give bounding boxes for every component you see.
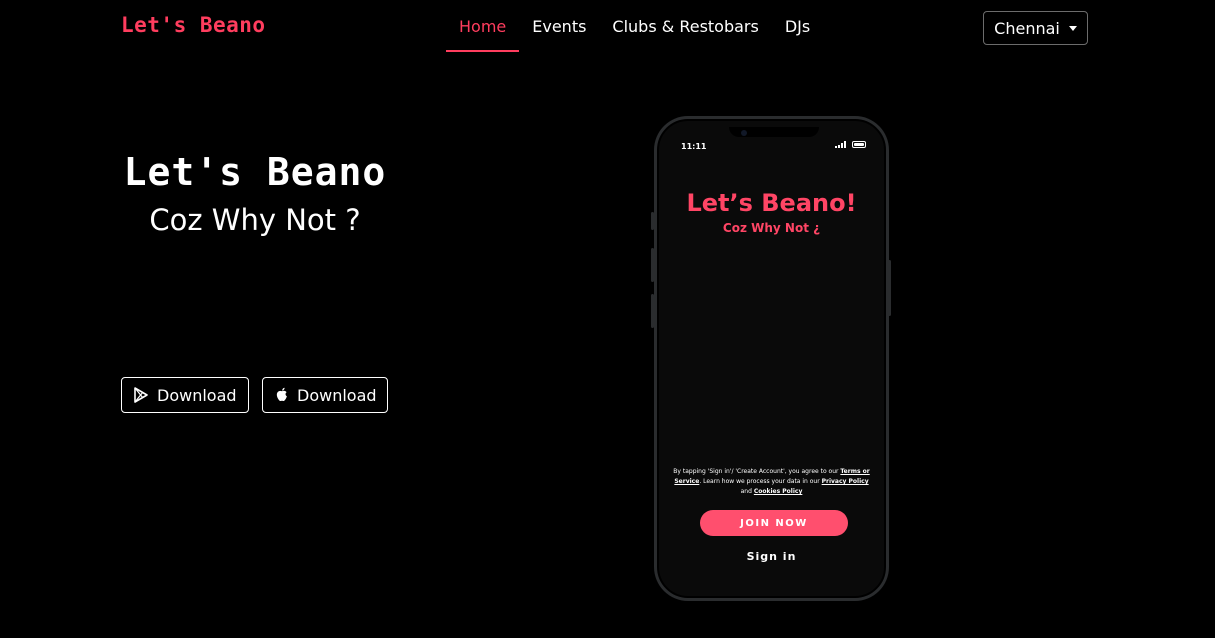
terms-text-part: By tapping 'Sign in'/ 'Create Account', … — [673, 468, 841, 475]
page: Let's Beano Home Events Clubs & Restobar… — [0, 0, 1215, 638]
city-dropdown[interactable]: Chennai — [983, 11, 1088, 45]
join-now-button[interactable]: JOIN NOW — [700, 510, 848, 536]
sign-in-link[interactable]: Sign in — [659, 550, 884, 563]
hero-title: Let's Beano — [123, 150, 387, 194]
terms-text: By tapping 'Sign in'/ 'Create Account', … — [671, 467, 872, 497]
caret-down-icon — [1068, 25, 1077, 31]
google-play-download-label: Download — [157, 385, 237, 405]
brand-logo[interactable]: Let's Beano — [121, 13, 266, 37]
nav-item-events[interactable]: Events — [519, 0, 599, 52]
nav-item-djs[interactable]: DJs — [772, 0, 823, 52]
app-store-download-label: Download — [297, 385, 377, 405]
main-nav: Home Events Clubs & Restobars DJs — [446, 0, 823, 52]
status-time: 11:11 — [681, 142, 707, 151]
terms-text-part: and — [740, 488, 754, 495]
google-play-download-button[interactable]: Download — [121, 377, 249, 413]
app-store-download-button[interactable]: Download — [262, 377, 388, 413]
phone-screen: 11:11 Let’s Beano! Coz Why Not ¿ By tapp… — [657, 119, 886, 598]
terms-text-part: . Learn how we process your data in our — [699, 478, 822, 485]
signal-icon — [835, 141, 846, 148]
app-subtitle: Coz Why Not ¿ — [722, 221, 821, 235]
privacy-policy-link[interactable]: Privacy Policy — [822, 478, 869, 485]
city-dropdown-value: Chennai — [994, 18, 1060, 38]
apple-icon — [275, 387, 289, 403]
google-play-icon — [134, 387, 149, 403]
app-title: Let’s Beano! — [686, 189, 857, 217]
nav-item-clubs-restobars[interactable]: Clubs & Restobars — [599, 0, 771, 52]
battery-icon — [852, 141, 866, 148]
hero-subtitle: Coz Why Not ? — [149, 203, 361, 237]
camera-icon — [741, 130, 747, 136]
cookies-policy-link[interactable]: Cookies Policy — [754, 488, 803, 495]
status-icons — [835, 141, 866, 148]
nav-item-home[interactable]: Home — [446, 0, 520, 52]
phone-mockup: 11:11 Let’s Beano! Coz Why Not ¿ By tapp… — [654, 116, 889, 601]
